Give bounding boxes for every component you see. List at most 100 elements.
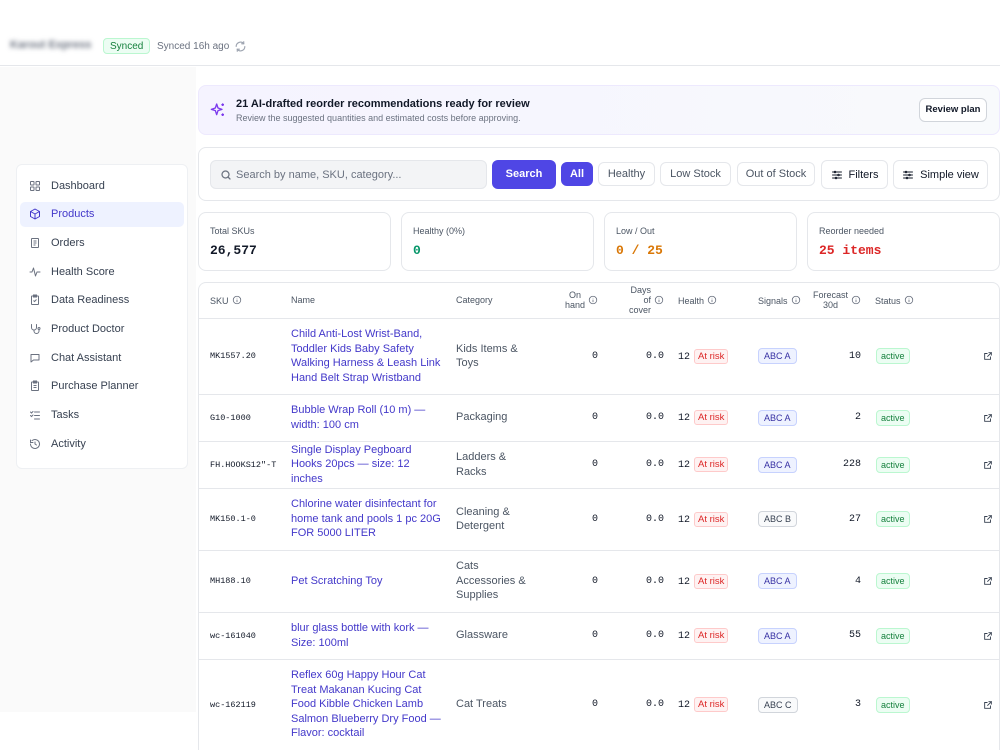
table-row[interactable]: wc-162119 Reflex 60g Happy Hour Cat Trea… (199, 659, 999, 750)
product-name-link[interactable]: blur glass bottle with kork — Size: 100m… (279, 612, 456, 660)
health-cell: 12 At risk (664, 441, 744, 489)
signals-cell: ABC A (744, 441, 808, 489)
table-row[interactable]: MH188.10 Pet Scratching Toy Cats Accesso… (199, 550, 999, 613)
refresh-icon[interactable] (234, 40, 247, 53)
sidebar-item-label: Orders (51, 236, 85, 249)
table-row[interactable]: G10-1000 Bubble Wrap Roll (10 m) — width… (199, 394, 999, 442)
stat-value: 26,577 (210, 243, 257, 258)
filter-chip-out-of-stock[interactable]: Out of Stock (737, 162, 815, 186)
external-link-icon[interactable] (983, 351, 993, 361)
clipboard-list-icon (31, 380, 39, 392)
forecast-cell: 228 (808, 441, 861, 489)
sku-cell: wc-161040 (199, 612, 279, 660)
search-icon (221, 170, 231, 180)
stat-card-healthy: Healthy (0%) 0 (401, 212, 594, 271)
category-cell: Cats Accessories & Supplies (456, 550, 545, 613)
sidebar-item-health-score[interactable]: Health Score (20, 259, 184, 284)
column-header-category[interactable]: Category (456, 283, 545, 319)
sidebar-item-product-doctor[interactable]: Product Doctor (20, 316, 184, 341)
stat-card-total-skus: Total SKUs 26,577 (198, 212, 391, 271)
sidebar: Dashboard Products Orders Health Score D… (16, 164, 188, 469)
banner-title: 21 AI-drafted reorder recommendations re… (236, 98, 530, 110)
product-name-link[interactable]: Child Anti-Lost Wrist-Band, Toddler Kids… (279, 318, 456, 395)
search-box (210, 160, 487, 189)
filter-chip-healthy[interactable]: Healthy (598, 162, 655, 186)
status-badge: active (876, 456, 910, 473)
column-header-status[interactable]: Status (861, 283, 927, 319)
signals-cell: ABC C (744, 659, 808, 750)
status-cell: active (861, 659, 927, 750)
search-input[interactable] (236, 161, 481, 188)
product-name-link[interactable]: Bubble Wrap Roll (10 m) — width: 100 cm (279, 394, 456, 442)
days-of-cover-cell: 0.0 (598, 550, 664, 613)
external-link-icon[interactable] (983, 700, 993, 710)
sidebar-item-products[interactable]: Products (20, 201, 184, 227)
product-name-link[interactable]: Reflex 60g Happy Hour Cat Treat Makanan … (279, 659, 456, 750)
top-bar: Karout Express Synced Synced 16h ago (0, 0, 1000, 66)
abc-badge: ABC C (758, 696, 798, 713)
sidebar-item-dashboard[interactable]: Dashboard (20, 173, 184, 198)
sidebar-item-orders[interactable]: Orders (20, 230, 184, 255)
box-icon (30, 208, 40, 220)
sidebar-item-activity[interactable]: Activity (20, 431, 184, 456)
health-cell: 12 At risk (664, 659, 744, 750)
days-of-cover-cell: 0.0 (598, 318, 664, 395)
column-header-on-hand[interactable]: On hand (545, 283, 598, 319)
product-name-link[interactable]: Chlorine water disinfectant for home tan… (279, 488, 456, 551)
days-of-cover-cell: 0.0 (598, 394, 664, 442)
info-icon (904, 295, 913, 304)
status-cell: active (861, 318, 927, 395)
info-icon (654, 296, 664, 305)
sync-status-badge: Synced (103, 38, 151, 54)
on-hand-cell: 0 (545, 612, 598, 660)
sidebar-item-data-readiness[interactable]: Data Readiness (20, 288, 184, 313)
tasks-icon (30, 411, 40, 420)
on-hand-cell: 0 (545, 488, 598, 551)
sliders-icon (831, 170, 842, 179)
action-cell (927, 318, 999, 395)
days-of-cover-cell: 0.0 (598, 441, 664, 489)
stat-value: 0 (413, 243, 421, 258)
column-header-days-of-cover[interactable]: Days of cover (598, 283, 664, 319)
sidebar-item-tasks[interactable]: Tasks (20, 403, 184, 428)
table-row[interactable]: wc-161040 blur glass bottle with kork — … (199, 612, 999, 660)
sidebar-item-label: Dashboard (51, 179, 105, 192)
external-link-icon[interactable] (983, 413, 993, 423)
search-button[interactable]: Search (492, 160, 556, 189)
sidebar-item-label: Tasks (51, 409, 80, 421)
action-cell (927, 488, 999, 551)
filters-button[interactable]: Filters (821, 160, 888, 189)
signals-cell: ABC A (744, 612, 808, 660)
stat-card-reorder-needed: Reorder needed 25 items (807, 212, 1000, 271)
table-row[interactable]: FH.HOOKS12"-T Single Display Pegboard Ho… (199, 441, 999, 489)
simple-view-button[interactable]: Simple view (893, 160, 988, 189)
sidebar-item-label: Purchase Planner (51, 380, 139, 393)
product-name-link[interactable]: Single Display Pegboard Hooks 20pcs — si… (279, 441, 456, 489)
external-link-icon[interactable] (983, 631, 993, 641)
sidebar-item-chat-assistant[interactable]: Chat Assistant (20, 345, 184, 370)
review-plan-button[interactable]: Review plan (919, 98, 987, 122)
filter-chip-low-stock[interactable]: Low Stock (660, 162, 731, 186)
info-icon (588, 296, 598, 305)
history-icon (30, 438, 40, 449)
column-header-health[interactable]: Health (664, 283, 744, 319)
external-link-icon[interactable] (983, 514, 993, 524)
product-name-link[interactable]: Pet Scratching Toy (279, 550, 456, 613)
external-link-icon[interactable] (983, 576, 993, 586)
column-header-name[interactable]: Name (279, 283, 456, 319)
filters-label: Filters (848, 168, 879, 181)
category-cell: Ladders & Racks (456, 441, 545, 489)
table-row[interactable]: MK150.1-0 Chlorine water disinfectant fo… (199, 488, 999, 551)
external-link-icon[interactable] (983, 460, 993, 470)
forecast-cell: 4 (808, 550, 861, 613)
grid-icon (30, 180, 40, 191)
stat-value: 25 items (819, 243, 882, 258)
at-risk-badge: At risk (694, 348, 729, 364)
column-header-forecast[interactable]: Forecast 30d (808, 283, 861, 319)
store-name: Karout Express (10, 39, 92, 51)
sidebar-item-purchase-planner[interactable]: Purchase Planner (20, 374, 184, 399)
column-header-signals[interactable]: Signals (744, 283, 808, 319)
filter-chip-all[interactable]: All (561, 162, 593, 186)
table-row[interactable]: MK1557.20 Child Anti-Lost Wrist-Band, To… (199, 318, 999, 395)
column-header-sku[interactable]: SKU (199, 283, 279, 319)
